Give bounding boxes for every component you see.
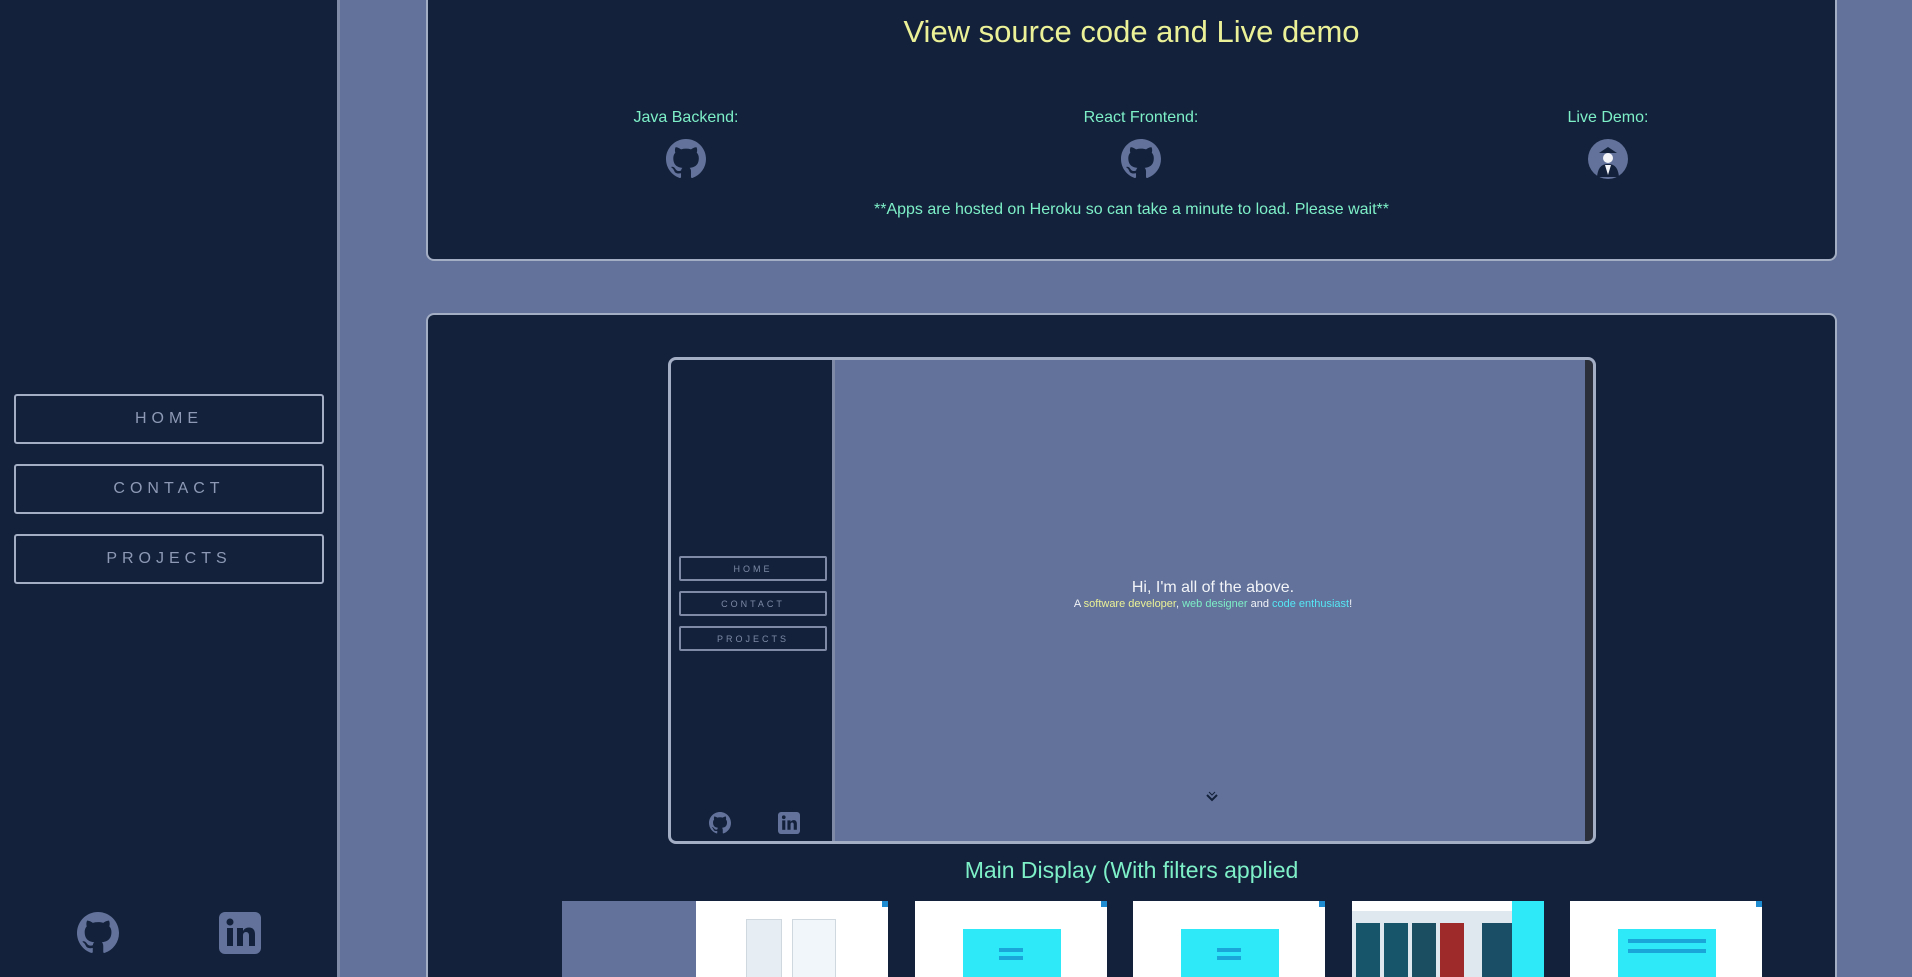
thumbnail-2[interactable]	[696, 901, 888, 977]
chevron-down-icon	[1206, 791, 1218, 802]
thumbnail-strip	[428, 901, 1835, 977]
thumbnail-5[interactable]	[1352, 901, 1544, 977]
react-frontend-link: React Frontend:	[1041, 109, 1241, 179]
preview-home-button: HOME	[679, 556, 827, 581]
java-backend-link: Java Backend:	[586, 109, 786, 179]
links-panel-title: View source code and Live demo	[903, 14, 1360, 49]
react-frontend-label: React Frontend:	[1083, 109, 1199, 126]
avatar-icon[interactable]	[1588, 139, 1628, 179]
github-icon	[709, 812, 731, 834]
live-demo-link: Live Demo:	[1508, 109, 1708, 179]
preview-subheading: A software developer, web designer and c…	[1073, 598, 1353, 610]
thumbnail-6[interactable]	[1570, 901, 1762, 977]
preview-heading: Hi, I'm all of the above.	[1131, 579, 1295, 596]
live-demo-label: Live Demo:	[1567, 109, 1649, 126]
thumbnail-4[interactable]	[1133, 901, 1325, 977]
nav-projects-button[interactable]: PROJECTS	[14, 534, 324, 584]
github-icon[interactable]	[666, 139, 706, 179]
preview-scrollbar	[1585, 360, 1593, 841]
nav-contact-button[interactable]: CONTACT	[14, 464, 324, 514]
preview-sidebar: HOME CONTACT PROJECTS	[671, 360, 835, 841]
preview-projects-button: PROJECTS	[679, 626, 827, 651]
heroku-note: **Apps are hosted on Heroku so can take …	[874, 201, 1389, 218]
nav-home-button[interactable]: HOME	[14, 394, 324, 444]
main-content: View source code and Live demo Java Back…	[343, 0, 1912, 977]
links-panel: View source code and Live demo Java Back…	[426, 0, 1837, 261]
preview-contact-button: CONTACT	[679, 591, 827, 616]
main-display-image[interactable]: HOME CONTACT PROJECTS Hi, I'm all of the…	[668, 357, 1596, 844]
sidebar: HOME CONTACT PROJECTS	[0, 0, 340, 977]
linkedin-icon	[778, 812, 800, 834]
gallery-panel: HOME CONTACT PROJECTS Hi, I'm all of the…	[426, 313, 1837, 977]
thumbnail-3[interactable]	[915, 901, 1107, 977]
linkedin-icon[interactable]	[219, 912, 261, 954]
github-icon[interactable]	[1121, 139, 1161, 179]
image-caption: Main Display (With filters applied	[964, 857, 1299, 883]
github-icon[interactable]	[77, 912, 119, 954]
java-backend-label: Java Backend:	[633, 109, 739, 126]
